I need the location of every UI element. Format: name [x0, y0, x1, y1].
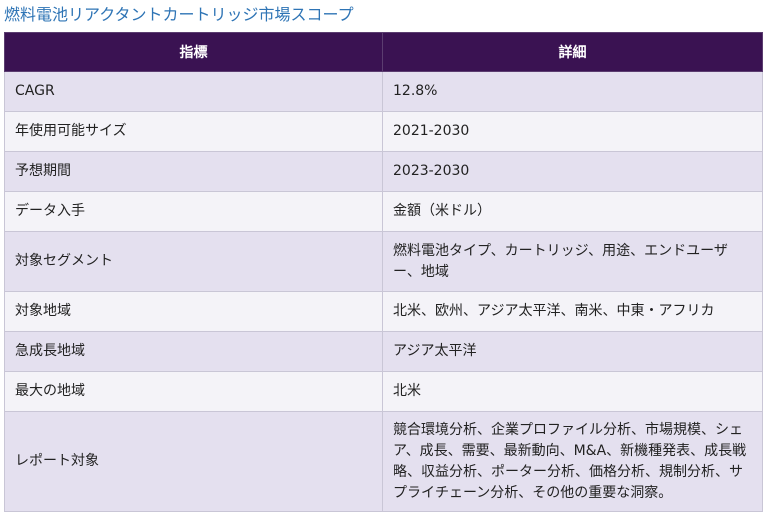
- row-value: 2021-2030: [382, 111, 763, 152]
- row-value: 12.8%: [382, 71, 763, 112]
- table-row: 対象地域 北米、欧州、アジア太平洋、南米、中東・アフリカ: [4, 291, 763, 332]
- row-label: 急成長地域: [4, 331, 383, 372]
- header-indicator: 指標: [4, 32, 383, 72]
- row-label: データ入手: [4, 191, 383, 232]
- row-label: 年使用可能サイズ: [4, 111, 383, 152]
- table-row: 急成長地域 アジア太平洋: [4, 331, 763, 372]
- market-scope-table: 指標 詳細 CAGR 12.8% 年使用可能サイズ 2021-2030 予想期間…: [4, 32, 763, 512]
- row-label: 対象セグメント: [4, 231, 383, 292]
- row-value: 北米: [382, 371, 763, 412]
- row-label: CAGR: [4, 71, 383, 112]
- table-row: CAGR 12.8%: [4, 71, 763, 112]
- row-value: 競合環境分析、企業プロファイル分析、市場規模、シェア、成長、需要、最新動向、M&…: [382, 411, 763, 512]
- row-value: 金額（米ドル）: [382, 191, 763, 232]
- table-row: 最大の地域 北米: [4, 371, 763, 412]
- row-label: 対象地域: [4, 291, 383, 332]
- table-row: 予想期間 2023-2030: [4, 151, 763, 192]
- row-value: 北米、欧州、アジア太平洋、南米、中東・アフリカ: [382, 291, 763, 332]
- row-label: 最大の地域: [4, 371, 383, 412]
- page: 燃料電池リアクタントカートリッジ市場スコープ 指標 詳細 CAGR 12.8% …: [0, 0, 768, 532]
- header-details: 詳細: [382, 32, 763, 72]
- table-row: データ入手 金額（米ドル）: [4, 191, 763, 232]
- row-label: 予想期間: [4, 151, 383, 192]
- table-row: レポート対象 競合環境分析、企業プロファイル分析、市場規模、シェア、成長、需要、…: [4, 411, 763, 512]
- row-value: 2023-2030: [382, 151, 763, 192]
- table-header-row: 指標 詳細: [4, 32, 763, 72]
- row-label: レポート対象: [4, 411, 383, 512]
- row-value: アジア太平洋: [382, 331, 763, 372]
- page-title: 燃料電池リアクタントカートリッジ市場スコープ: [4, 5, 354, 24]
- table-row: 年使用可能サイズ 2021-2030: [4, 111, 763, 152]
- table-row: 対象セグメント 燃料電池タイプ、カートリッジ、用途、エンドユーザー、地域: [4, 231, 763, 292]
- row-value: 燃料電池タイプ、カートリッジ、用途、エンドユーザー、地域: [382, 231, 763, 292]
